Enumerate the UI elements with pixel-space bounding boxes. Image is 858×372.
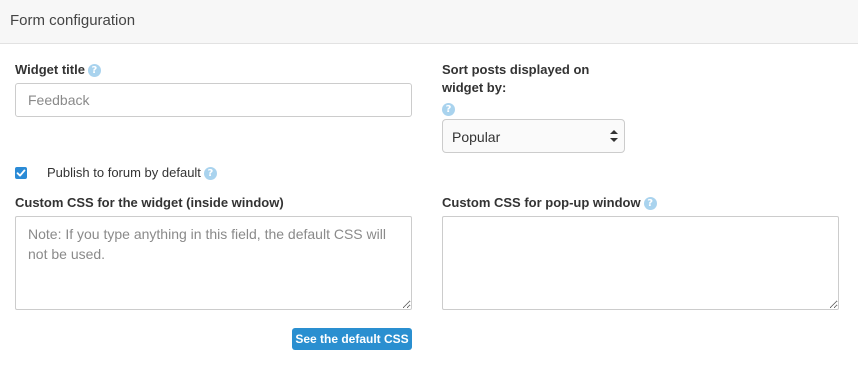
- see-default-css-button[interactable]: See the default CSS: [292, 328, 412, 350]
- custom-css-popup-label-text: Custom CSS for pop-up window: [442, 195, 641, 210]
- publish-checkbox[interactable]: [15, 167, 27, 179]
- panel-header: Form configuration: [0, 0, 858, 44]
- custom-css-widget-label: Custom CSS for the widget (inside window…: [15, 195, 284, 210]
- sort-posts-label-line1: Sort posts displayed on: [442, 62, 590, 77]
- custom-css-popup-textarea[interactable]: [442, 216, 839, 310]
- sort-posts-label: Sort posts displayed on widget by:: [442, 61, 589, 97]
- widget-title-label-text: Widget title: [15, 62, 85, 77]
- sort-posts-label-line2: widget by:: [442, 80, 507, 95]
- help-icon[interactable]: ?: [87, 64, 101, 77]
- custom-css-popup-label: Custom CSS for pop-up window?: [442, 194, 657, 212]
- sort-posts-selected-value: Popular: [452, 129, 501, 145]
- custom-css-widget-textarea[interactable]: [15, 216, 412, 310]
- help-icon[interactable]: ?: [203, 167, 217, 180]
- widget-title-input[interactable]: [15, 83, 412, 117]
- panel-title: Form configuration: [10, 12, 136, 29]
- checkmark-icon: [16, 169, 26, 177]
- publish-label: Publish to forum by default?: [47, 164, 217, 182]
- sort-posts-select[interactable]: Popular: [442, 119, 625, 153]
- select-arrows-icon: [610, 130, 618, 142]
- publish-label-text: Publish to forum by default: [47, 165, 201, 180]
- widget-title-label: Widget title?: [15, 61, 101, 79]
- help-icon[interactable]: ?: [442, 103, 455, 116]
- help-icon[interactable]: ?: [643, 197, 657, 210]
